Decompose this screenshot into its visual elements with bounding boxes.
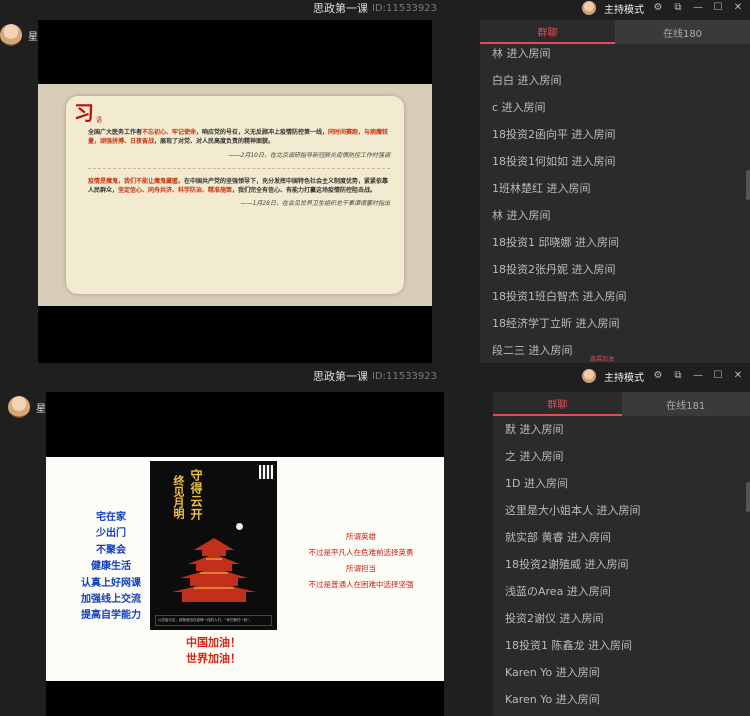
host-avatar [582, 1, 596, 15]
chat-panel: 群聊 在线181 默 进入房间 之 进入房间 1D 进入房间 这里是大小姐本人 … [493, 392, 750, 716]
list-item: 18投资2谢殖威 进入房间 [505, 558, 629, 571]
list-item: 林 进入房间 [492, 47, 551, 60]
pagoda-icon [172, 538, 256, 602]
message-list: 林 进入房间 白白 进入房间 c 进入房间 18投资2函向平 进入房间 18投资… [480, 44, 750, 363]
close-icon[interactable]: ✕ [732, 370, 744, 382]
message-list: 默 进入房间 之 进入房间 1D 进入房间 这里是大小姐本人 进入房间 就实部 … [493, 418, 750, 715]
quote-paragraph-1: 全国广大医务工作者不忘初心、牢记使命，响应党的号召，义无反顾冲上疫情防控第一线，… [88, 129, 389, 146]
stay-home-list: 宅在家 少出门 不聚会 健康生活 认真上好网课 加强线上交流 提高自学能力 [81, 512, 141, 622]
presentation-area: 习 语 全国广大医务工作者不忘初心、牢记使命，响应党的号召，义无反顾冲上疫情防控… [38, 20, 432, 363]
room-id: ID:11533923 [372, 370, 437, 382]
popout-icon[interactable]: ⧉ [672, 2, 684, 14]
list-item: 白白 进入房间 [492, 74, 562, 87]
window-title: 思政第一课 [313, 2, 369, 15]
window-controls: 主持模式 ⚙ ⧉ — ☐ ✕ [582, 0, 744, 16]
user-avatar[interactable] [8, 396, 30, 418]
host-mode-button[interactable]: 主持模式 [604, 369, 644, 384]
host-avatar [582, 369, 596, 383]
maximize-icon[interactable]: ☐ [712, 2, 724, 14]
list-item: 18投资2张丹妮 进入房间 [492, 263, 616, 276]
maximize-icon[interactable]: ☐ [712, 370, 724, 382]
slide: 宅在家 少出门 不聚会 健康生活 认真上好网课 加强线上交流 提高自学能力 守得… [46, 457, 444, 681]
list-item: 18投资1 邱晓娜 进入房间 [492, 236, 619, 249]
chat-panel: 群聊 在线180 林 进入房间 白白 进入房间 c 进入房间 18投资2函向平 … [480, 20, 750, 363]
quote-paragraph-2: 疫情是魔鬼，我们不能让魔鬼藏匿。在中国共产党的坚强领导下，充分发挥中国特色社会主… [88, 177, 389, 195]
list-item: 默 进入房间 [505, 423, 564, 436]
room-id: ID:11533923 [372, 2, 437, 14]
chat-tabs: 群聊 在线180 [480, 20, 750, 44]
window-title: 思政第一课 [313, 370, 369, 383]
list-item: c 进入房间 [492, 101, 546, 114]
moon-icon [236, 523, 243, 530]
list-item: 投资2谢仪 进入房间 [505, 612, 604, 625]
slogan: 中国加油！ 世界加油！ [186, 636, 241, 665]
list-item: 段二三 进入房间 [492, 344, 573, 357]
list-item: 就实部 黄睿 进入房间 [505, 531, 611, 544]
list-item: 1D 进入房间 [505, 477, 568, 490]
list-item: 这里是大小姐本人 进入房间 [505, 504, 641, 517]
partial-message: 鑫霖加油 [590, 356, 615, 363]
popout-icon[interactable]: ⧉ [672, 370, 684, 382]
scrollbar[interactable] [746, 482, 750, 512]
list-item: 浅蓝のArea 进入房间 [505, 585, 611, 598]
quote-card: 习 语 全国广大医务工作者不忘初心、牢记使命，响应党的号召，义无反顾冲上疫情防控… [66, 96, 404, 294]
tab-online[interactable]: 在线180 [615, 20, 750, 44]
tab-group-chat[interactable]: 群聊 [493, 392, 622, 416]
tab-online[interactable]: 在线181 [621, 392, 750, 416]
settings-icon[interactable]: ⚙ [652, 2, 664, 14]
minimize-icon[interactable]: — [692, 2, 704, 14]
list-item: Karen Yo 进入房间 [505, 666, 600, 679]
bottom-window: 思政第一课 ID:11533923 主持模式 ⚙ ⧉ — ☐ ✕ 星星月亮 排麦… [0, 364, 750, 716]
user-avatar[interactable] [0, 24, 22, 46]
top-window: 思政第一课 ID:11533923 主持模式 ⚙ ⧉ — ☐ ✕ 星星月亮 排麦… [0, 0, 750, 364]
list-item: 18经济学丁立昕 进入房间 [492, 317, 620, 330]
poster-title-1: 守得云开 [189, 469, 203, 521]
qr-code-icon [259, 465, 273, 479]
list-item: 林 进入房间 [492, 209, 551, 222]
window-controls: 主持模式 ⚙ ⧉ — ☐ ✕ [582, 364, 744, 388]
tab-group-chat[interactable]: 群聊 [480, 20, 615, 44]
poster-title-2: 终见月明 [172, 475, 185, 519]
list-item: Karen Yo 进入房间 [505, 693, 600, 706]
poster-caption: 以抗疫为名，致敬奋战在疫情一线的人们，“我们都在一起”。 [155, 615, 272, 626]
list-item: 18投资1何如如 进入房间 [492, 155, 616, 168]
scrollbar[interactable] [746, 170, 750, 200]
list-item: 之 进入房间 [505, 450, 564, 463]
slide: 习 语 全国广大医务工作者不忘初心、牢记使命，响应党的号召，义无反顾冲上疫情防控… [38, 84, 432, 306]
list-item: 18投资1班白智杰 进入房间 [492, 290, 627, 303]
list-item: 1班林楚红 进入房间 [492, 182, 591, 195]
minimize-icon[interactable]: — [692, 370, 704, 382]
list-item: 18投资2函向平 进入房间 [492, 128, 616, 141]
list-item: 18投资1 陈鑫龙 进入房间 [505, 639, 632, 652]
quote-source-2: ——1月28日，在会见世界卫生组织总干事谭德塞时指出 [240, 200, 390, 208]
quote-source-1: ——2月10日，在北京调研指导新冠肺炎疫情防控工作时强调 [228, 151, 390, 159]
chat-tabs: 群聊 在线181 [493, 392, 750, 416]
hero-verse: 所谓英雄 不过是平凡人在危难前选择英勇 所谓担当 不过是普通人在困难中选择坚强 [308, 532, 414, 589]
host-mode-button[interactable]: 主持模式 [604, 1, 644, 16]
close-icon[interactable]: ✕ [732, 2, 744, 14]
settings-icon[interactable]: ⚙ [652, 370, 664, 382]
presentation-area: 宅在家 少出门 不聚会 健康生活 认真上好网课 加强线上交流 提高自学能力 守得… [46, 392, 444, 716]
divider [88, 167, 390, 169]
poster-image: 守得云开 终见月明 以抗疫为名，致敬奋战在疫情一线的人们，“我们都在一起”。 [150, 461, 277, 630]
xi-quote-logo: 习 语 [74, 101, 103, 125]
